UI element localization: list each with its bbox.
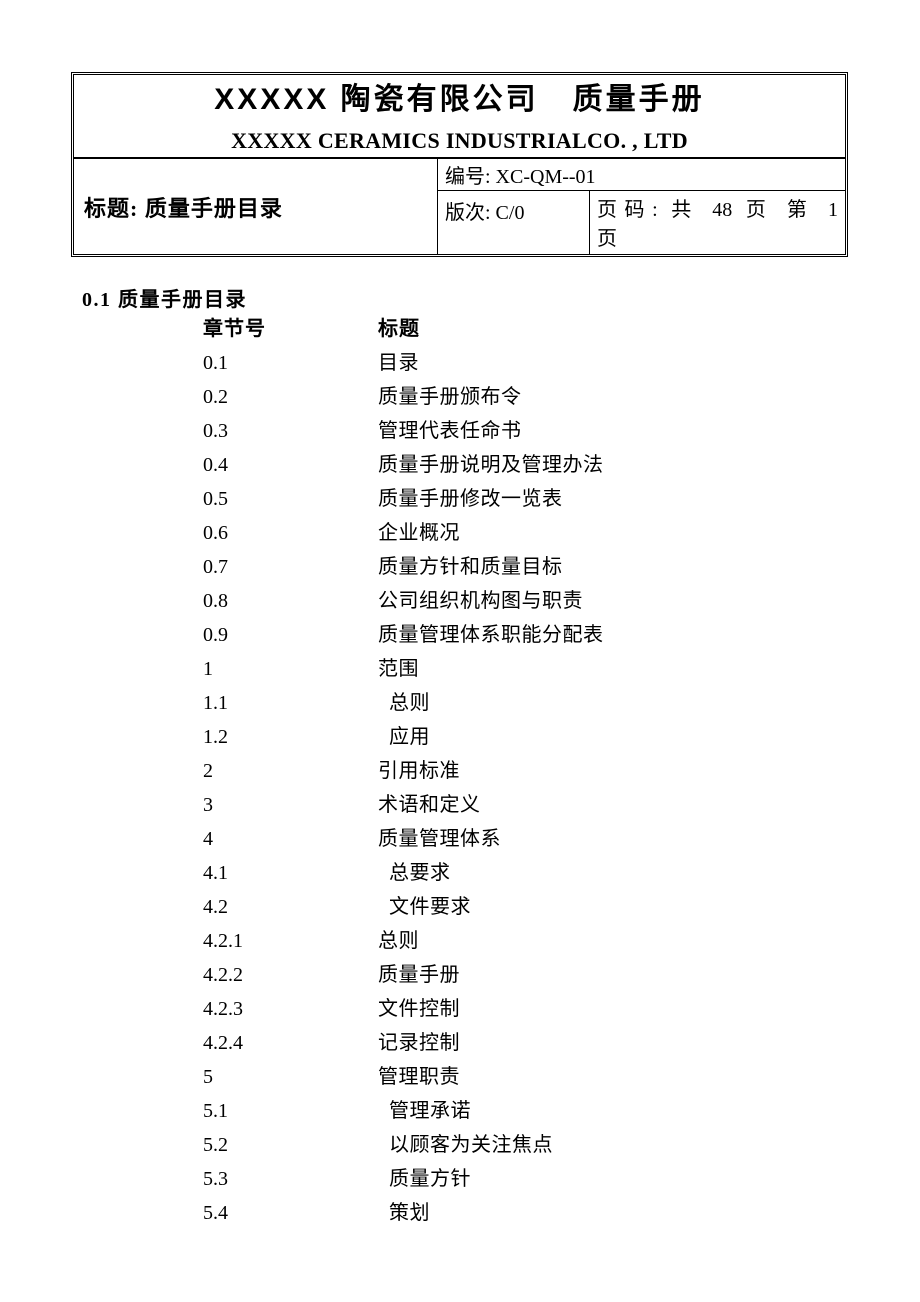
toc-row[interactable]: 0.4 质量手册说明及管理办法 <box>0 454 920 488</box>
toc-row-label: 质量手册 <box>378 964 460 986</box>
toc-row-number: 5 <box>203 1066 213 1088</box>
toc-row-label: 质量管理体系 <box>378 828 501 850</box>
toc-row-label: 管理代表任命书 <box>378 420 522 442</box>
toc-row-label: 目录 <box>378 352 419 374</box>
toc-row-label: 企业概况 <box>378 522 460 544</box>
toc-row[interactable]: 1.2 应用 <box>0 726 920 760</box>
toc-row-number: 5.2 <box>203 1134 228 1156</box>
document-title-cell: 标题: 质量手册目录 <box>74 159 438 254</box>
document-info-row: 标题: 质量手册目录 编号: XC-QM--01 版次: C/0 页码: 共 4… <box>74 159 845 254</box>
toc-row-number: 4.2.1 <box>203 930 243 952</box>
toc-row-label: 总则 <box>389 692 430 714</box>
toc-row-label: 范围 <box>378 658 419 680</box>
toc-row-label: 以顾客为关注焦点 <box>389 1134 553 1156</box>
toc-row-number: 4.1 <box>203 862 228 884</box>
toc-row-number: 1.2 <box>203 726 228 748</box>
toc-header-number: 章节号 <box>203 318 266 340</box>
company-name-en: XXXXX CERAMICS INDUSTRIALCO. , LTD <box>231 128 688 153</box>
toc-row-label: 记录控制 <box>378 1032 460 1054</box>
toc-row-number: 0.5 <box>203 488 228 510</box>
toc-row-number: 1.1 <box>203 692 228 714</box>
toc-row-number: 0.7 <box>203 556 228 578</box>
toc-row[interactable]: 0.9 质量管理体系职能分配表 <box>0 624 920 658</box>
toc-row[interactable]: 5.1 管理承诺 <box>0 1100 920 1134</box>
toc-row-label: 管理职责 <box>378 1066 460 1088</box>
document-page: XXXXX 陶瓷有限公司 质量手册 XXXXX CERAMICS INDUSTR… <box>0 0 920 1302</box>
document-page-cell: 页码: 共 48 页 第 1 页 <box>590 191 845 254</box>
toc-row-number: 5.1 <box>203 1100 228 1122</box>
toc-row[interactable]: 4.2.4 记录控制 <box>0 1032 920 1066</box>
toc-row-label: 文件控制 <box>378 998 460 1020</box>
toc-row-label: 总要求 <box>389 862 451 884</box>
toc-row-number: 4.2.3 <box>203 998 243 1020</box>
toc-row-label: 引用标准 <box>378 760 460 782</box>
toc-row[interactable]: 0.8 公司组织机构图与职责 <box>0 590 920 624</box>
toc-row-number: 5.4 <box>203 1202 228 1224</box>
toc-row-number: 0.8 <box>203 590 228 612</box>
toc-row-label: 策划 <box>389 1202 430 1224</box>
toc-row-number: 2 <box>203 760 213 782</box>
document-meta-bottom-row: 版次: C/0 页码: 共 48 页 第 1 页 <box>438 191 845 254</box>
toc-row-label: 质量手册说明及管理办法 <box>378 454 604 476</box>
company-name-cn: XXXXX 陶瓷有限公司 质量手册 <box>214 83 705 116</box>
toc-row-number: 4.2.2 <box>203 964 243 986</box>
toc-column-headers: 章节号 标题 <box>0 318 920 352</box>
document-header-table: XXXXX 陶瓷有限公司 质量手册 XXXXX CERAMICS INDUSTR… <box>71 72 848 257</box>
toc-row-number: 0.1 <box>203 352 228 374</box>
toc-row-label: 术语和定义 <box>378 794 481 816</box>
toc-row-number: 0.3 <box>203 420 228 442</box>
toc-row-number: 4.2 <box>203 896 228 918</box>
toc-row[interactable]: 1 范围 <box>0 658 920 692</box>
toc-row-label: 质量管理体系职能分配表 <box>378 624 604 646</box>
document-meta-cells: 编号: XC-QM--01 版次: C/0 页码: 共 48 页 第 1 页 <box>438 159 845 254</box>
toc-row-number: 3 <box>203 794 213 816</box>
toc-row-label: 应用 <box>389 726 430 748</box>
toc-row-label: 质量方针 <box>389 1168 471 1190</box>
toc-row-number: 4.2.4 <box>203 1032 243 1054</box>
toc-row[interactable]: 0.7 质量方针和质量目标 <box>0 556 920 590</box>
toc-row[interactable]: 4.2.2 质量手册 <box>0 964 920 998</box>
toc-row[interactable]: 0.2 质量手册颁布令 <box>0 386 920 420</box>
toc-row-number: 0.2 <box>203 386 228 408</box>
toc-row-label: 质量手册颁布令 <box>378 386 522 408</box>
toc-row-number: 5.3 <box>203 1168 228 1190</box>
toc-row[interactable]: 4.2.3 文件控制 <box>0 998 920 1032</box>
toc-row-number: 0.9 <box>203 624 228 646</box>
toc-header-label: 标题 <box>378 318 420 340</box>
toc-row[interactable]: 5.2 以顾客为关注焦点 <box>0 1134 920 1168</box>
table-of-contents: 章节号 标题 0.1 目录 0.2 质量手册颁布令 0.3 管理代表任命书 0.4 质量手册说… <box>0 318 920 1236</box>
toc-row[interactable]: 0.6 企业概况 <box>0 522 920 556</box>
section-heading: 0.1 质量手册目录 <box>82 289 247 311</box>
company-title-row: XXXXX 陶瓷有限公司 质量手册 <box>74 75 845 125</box>
toc-row-number: 0.6 <box>203 522 228 544</box>
toc-row[interactable]: 0.5 质量手册修改一览表 <box>0 488 920 522</box>
toc-row[interactable]: 2 引用标准 <box>0 760 920 794</box>
toc-row-number: 1 <box>203 658 213 680</box>
toc-row[interactable]: 0.1 目录 <box>0 352 920 386</box>
toc-row[interactable]: 5.4 策划 <box>0 1202 920 1236</box>
page-info-line-1: 页码: 共 48 页 第 1 <box>597 199 838 221</box>
toc-row[interactable]: 4.1 总要求 <box>0 862 920 896</box>
toc-row[interactable]: 5.3 质量方针 <box>0 1168 920 1202</box>
toc-row-label: 文件要求 <box>389 896 471 918</box>
toc-row-label: 总则 <box>378 930 419 952</box>
document-number-cell: 编号: XC-QM--01 <box>438 159 845 191</box>
toc-row-label: 质量手册修改一览表 <box>378 488 563 510</box>
page-info-line-2: 页 <box>597 228 617 250</box>
toc-row-number: 0.4 <box>203 454 228 476</box>
toc-row[interactable]: 1.1 总则 <box>0 692 920 726</box>
toc-row-number: 4 <box>203 828 213 850</box>
toc-row[interactable]: 4.2 文件要求 <box>0 896 920 930</box>
toc-row[interactable]: 4.2.1 总则 <box>0 930 920 964</box>
toc-row[interactable]: 0.3 管理代表任命书 <box>0 420 920 454</box>
toc-row[interactable]: 4 质量管理体系 <box>0 828 920 862</box>
document-version-cell: 版次: C/0 <box>438 191 590 254</box>
toc-row[interactable]: 3 术语和定义 <box>0 794 920 828</box>
toc-row[interactable]: 5 管理职责 <box>0 1066 920 1100</box>
company-subtitle-row: XXXXX CERAMICS INDUSTRIALCO. , LTD <box>74 125 845 159</box>
toc-row-label: 质量方针和质量目标 <box>378 556 563 578</box>
toc-row-label: 管理承诺 <box>389 1100 471 1122</box>
toc-row-label: 公司组织机构图与职责 <box>378 590 583 612</box>
